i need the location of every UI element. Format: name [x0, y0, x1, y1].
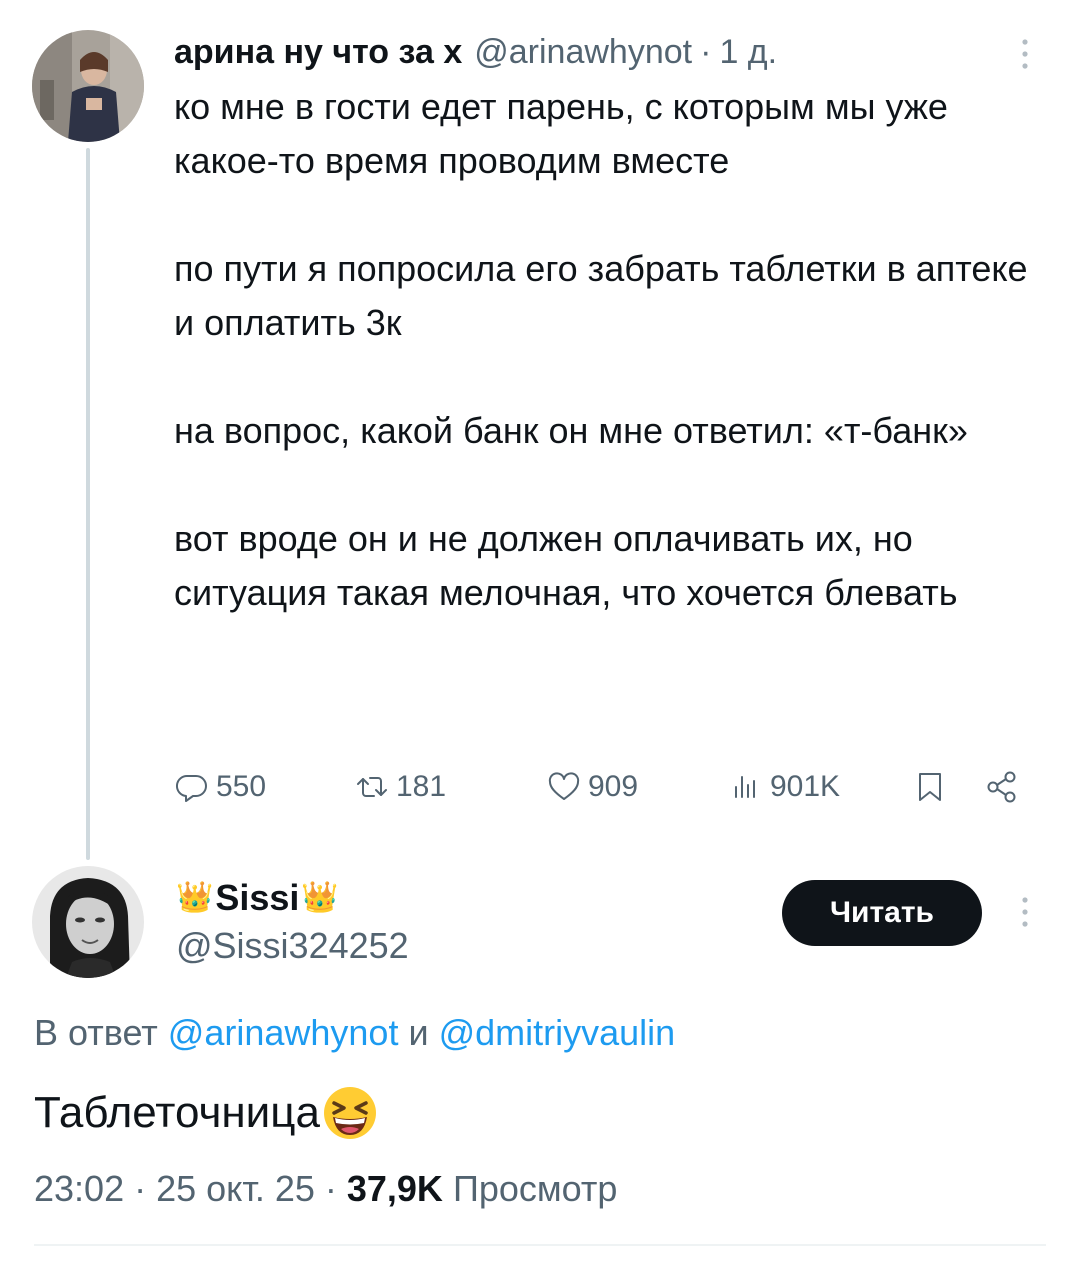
divider: [34, 1244, 1046, 1246]
like-count: 909: [588, 770, 639, 803]
reply-views-label: Просмотр: [452, 1168, 618, 1209]
more-options-icon[interactable]: [1013, 34, 1037, 74]
laughing-face-emoji-icon: [322, 1085, 378, 1141]
reply-timestamp: 23:02 · 25 окт. 25 · 37,9K Просмотр: [34, 1164, 617, 1214]
tweet-action-bar: 550 181 909 901K: [174, 762, 1034, 812]
retweet-count: 181: [396, 770, 447, 803]
heart-icon: [548, 772, 580, 800]
views-button[interactable]: 901K: [728, 762, 840, 812]
author-handle[interactable]: @arinawhynot: [474, 33, 692, 72]
tweet-paragraph: ко мне в гости едет парень, с которым мы…: [174, 86, 948, 181]
tweet-body: ко мне в гости едет парень, с которым мы…: [174, 80, 1044, 620]
retweet-button[interactable]: 181: [354, 762, 446, 812]
reply-text: Таблеточница: [34, 1080, 378, 1146]
reply-text-content: Таблеточница: [34, 1088, 320, 1137]
bookmark-button[interactable]: [912, 762, 948, 812]
bookmark-icon: [919, 773, 941, 801]
tweet-paragraph: вот вроде он и не должен оплачивать их, …: [174, 518, 958, 613]
tweet-header: арина ну что за х @arinawhynot · 1 д.: [174, 28, 777, 76]
reply-date[interactable]: 25 окт. 25: [156, 1168, 315, 1210]
views-chart-icon: [735, 776, 755, 798]
reply-conjunction: и: [408, 1012, 429, 1053]
separator-dot: ·: [324, 1168, 337, 1209]
author-name[interactable]: арина ну что за х: [174, 33, 462, 72]
tweet-paragraph: по пути я попросила его забрать таблетки…: [174, 248, 1028, 343]
reply-author-handle[interactable]: @Sissi324252: [176, 920, 409, 972]
follow-button[interactable]: Читать: [782, 880, 982, 946]
reply-button[interactable]: 550: [174, 762, 266, 812]
retweet-icon: [357, 777, 387, 797]
avatar-arina[interactable]: [32, 30, 144, 142]
like-button[interactable]: 909: [546, 762, 638, 812]
reply-to-link[interactable]: @dmitriyvaulin: [439, 1012, 676, 1054]
views-count: 901K: [770, 770, 841, 803]
crown-icon: 👑: [176, 881, 214, 914]
thread-connector-line: [86, 148, 90, 860]
avatar-sissi[interactable]: [32, 866, 144, 978]
tweet-paragraph: на вопрос, какой банк он мне ответил: «т…: [174, 410, 968, 451]
reply-author-name[interactable]: 👑 Sissi 👑: [176, 872, 339, 924]
crown-icon: 👑: [301, 881, 339, 914]
separator-dot: ·: [134, 1168, 147, 1209]
reply-time[interactable]: 23:02: [34, 1168, 124, 1210]
share-icon: [987, 771, 1016, 803]
reply-context: В ответ @arinawhynot и @dmitriyvaulin: [34, 1008, 675, 1058]
reply-display-name: Sissi: [215, 877, 300, 918]
tweet-time-ago[interactable]: 1 д.: [719, 33, 777, 72]
reply-to-link[interactable]: @arinawhynot: [168, 1012, 399, 1054]
separator-dot: ·: [700, 32, 712, 71]
reply-prefix: В ответ: [34, 1012, 158, 1053]
share-button[interactable]: [984, 762, 1020, 812]
more-options-icon[interactable]: [1013, 892, 1037, 932]
reply-count: 550: [216, 770, 267, 803]
reply-icon: [176, 774, 207, 802]
reply-views-count: 37,9K: [346, 1168, 443, 1209]
